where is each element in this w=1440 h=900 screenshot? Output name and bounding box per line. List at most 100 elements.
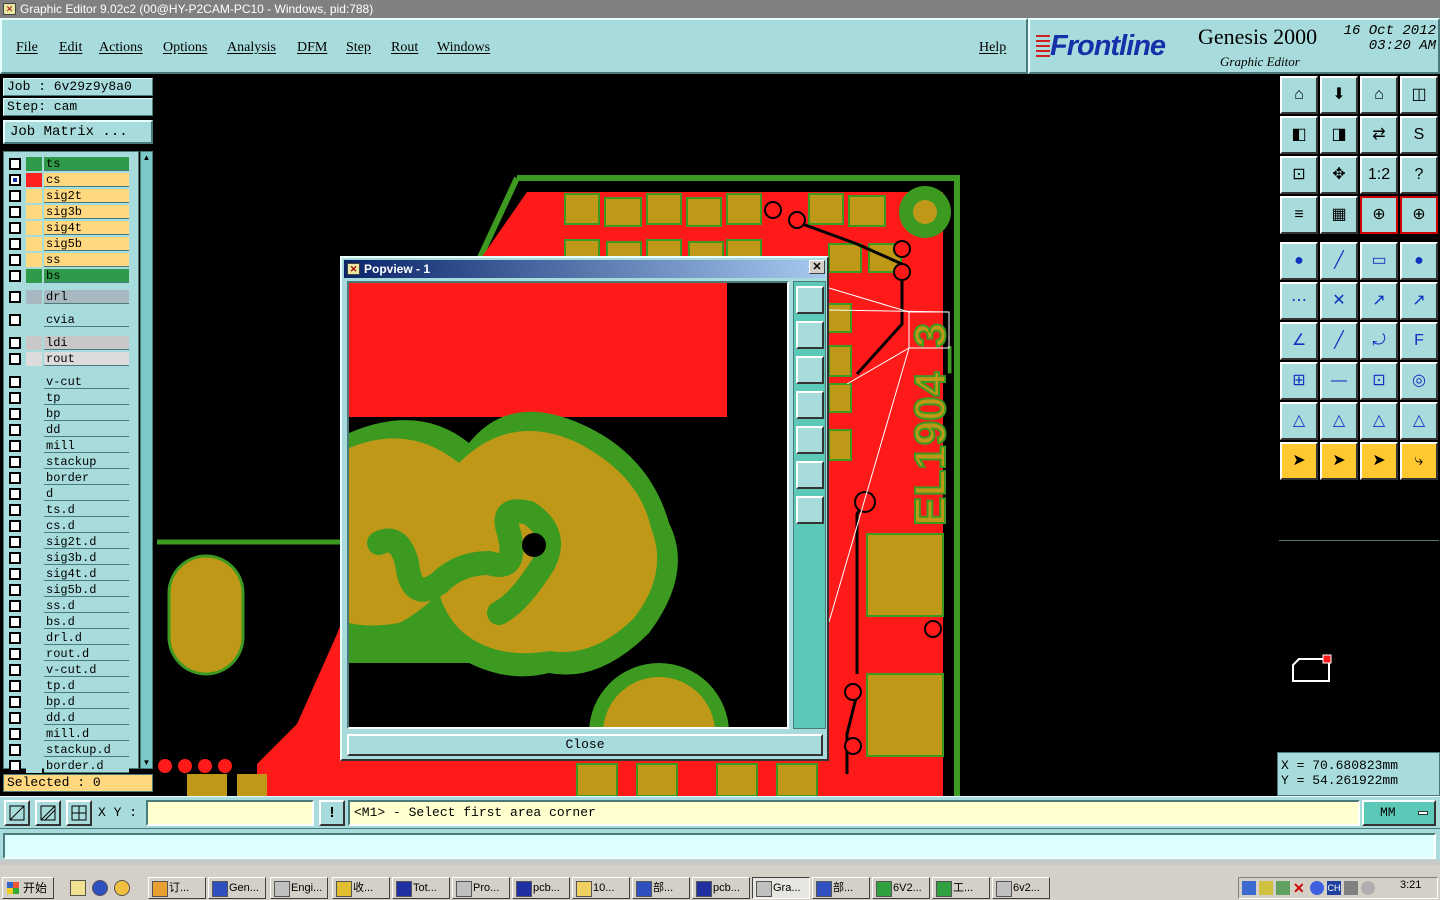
layer-color-swatch[interactable] [26, 173, 42, 187]
warning-button[interactable]: ! [319, 800, 345, 826]
layer-row-tp[interactable]: tp [7, 391, 129, 405]
layer-color-swatch[interactable] [26, 221, 42, 235]
zoom-area-button[interactable] [4, 800, 30, 826]
popview-pan-up-button[interactable] [796, 321, 824, 349]
layer-color-swatch[interactable] [26, 663, 42, 677]
layer-checkbox[interactable] [9, 696, 21, 708]
taskbar-item-13[interactable]: 6V2... [872, 877, 930, 899]
layer-checkbox[interactable] [9, 314, 21, 326]
start-button[interactable]: 开始 [2, 877, 54, 899]
layer-color-swatch[interactable] [26, 743, 42, 757]
taskbar-item-1[interactable]: 订... [148, 877, 206, 899]
menu-file[interactable]: File [16, 40, 38, 56]
menu-actions[interactable]: Actions [99, 40, 143, 56]
taskbar-item-15[interactable]: 6v2... [992, 877, 1050, 899]
layer-color-swatch[interactable] [26, 567, 42, 581]
popview-canvas[interactable] [347, 281, 789, 729]
layer-row-stackup-d[interactable]: stackup.d [7, 743, 129, 757]
layer-color-swatch[interactable] [26, 336, 42, 350]
layer-color-swatch[interactable] [26, 391, 42, 405]
layer-checkbox[interactable] [9, 728, 21, 740]
layer-color-swatch[interactable] [26, 695, 42, 709]
layer-checkbox[interactable] [9, 190, 21, 202]
layer-checkbox[interactable] [9, 536, 21, 548]
layer-name[interactable]: ldi [44, 336, 129, 350]
tray-close-icon[interactable]: ✕ [1293, 881, 1307, 895]
measure-button[interactable] [35, 800, 61, 826]
layer-name[interactable]: stackup.d [44, 743, 129, 757]
layer-checkbox[interactable] [9, 744, 21, 756]
quicklaunch-ie-icon[interactable] [92, 880, 108, 896]
tool-home-view-button[interactable]: ⌂ [1280, 76, 1318, 114]
tray-network-icon[interactable] [1242, 881, 1256, 895]
units-select[interactable]: MM [1362, 800, 1436, 826]
tool-line-red-button[interactable]: — [1320, 362, 1358, 400]
layer-checkbox[interactable] [9, 440, 21, 452]
layer-name[interactable]: v-cut [44, 375, 129, 389]
tool-pointer-sel-button[interactable]: ➤ [1360, 442, 1398, 480]
tool-triangle-b-button[interactable]: △ [1320, 402, 1358, 440]
layer-name[interactable]: v-cut.d [44, 663, 129, 677]
layer-row-ss[interactable]: ss [7, 253, 129, 267]
layer-name[interactable]: cs [44, 173, 129, 187]
tool-house-button[interactable]: ⌂ [1360, 76, 1398, 114]
layer-name[interactable]: rout [44, 352, 129, 366]
layer-checkbox[interactable] [9, 424, 21, 436]
layer-row-bp-d[interactable]: bp.d [7, 695, 129, 709]
quicklaunch-app-icon[interactable] [114, 880, 130, 896]
layer-row-sig2t-d[interactable]: sig2t.d [7, 535, 129, 549]
layer-name[interactable]: d [44, 487, 129, 501]
layer-row-v-cut[interactable]: v-cut [7, 375, 129, 389]
layer-name[interactable]: cvia [44, 313, 129, 327]
taskbar-item-11[interactable]: Gra... [752, 877, 810, 899]
scroll-up-icon[interactable]: ▲ [141, 152, 152, 163]
tool-layer-settings-button[interactable]: ≡ [1280, 196, 1318, 234]
layer-row-sig5b[interactable]: sig5b [7, 237, 129, 251]
layer-color-swatch[interactable] [26, 471, 42, 485]
layer-color-swatch[interactable] [26, 455, 42, 469]
popview-pan-right-button[interactable] [796, 426, 824, 454]
layer-checkbox[interactable] [9, 353, 21, 365]
layer-checkbox[interactable] [9, 174, 21, 186]
layer-color-swatch[interactable] [26, 759, 42, 773]
layer-name[interactable]: mill [44, 439, 129, 453]
layer-checkbox[interactable] [9, 520, 21, 532]
layer-name[interactable]: bs [44, 269, 129, 283]
layer-checkbox[interactable] [9, 238, 21, 250]
layer-checkbox[interactable] [9, 552, 21, 564]
menu-dfm[interactable]: DFM [297, 40, 327, 56]
tray-ime-icon[interactable]: CH [1327, 881, 1341, 895]
popview-zoom-in-button[interactable] [796, 496, 824, 524]
layer-row-bs[interactable]: bs [7, 269, 129, 283]
layer-checkbox[interactable] [9, 712, 21, 724]
layer-color-swatch[interactable] [26, 269, 42, 283]
layer-color-swatch[interactable] [26, 407, 42, 421]
tool-cross-button[interactable]: ✕ [1320, 282, 1358, 320]
layer-checkbox[interactable] [9, 664, 21, 676]
layer-checkbox[interactable] [9, 254, 21, 266]
layer-row-dd[interactable]: dd [7, 423, 129, 437]
taskbar-item-9[interactable]: 部... [632, 877, 690, 899]
layer-name[interactable]: rout.d [44, 647, 129, 661]
tool-pad-circle-button[interactable]: ● [1400, 242, 1438, 280]
layer-row-cs[interactable]: cs [7, 173, 129, 187]
layer-row-rout[interactable]: rout [7, 352, 129, 366]
layer-checkbox[interactable] [9, 456, 21, 468]
layer-name[interactable]: sig4t [44, 221, 129, 235]
layer-name[interactable]: sig4t.d [44, 567, 129, 581]
layer-checkbox[interactable] [9, 600, 21, 612]
layer-row-dd-d[interactable]: dd.d [7, 711, 129, 725]
layer-row-border[interactable]: border [7, 471, 129, 485]
tool-pointer-box-button[interactable]: ➤ [1320, 442, 1358, 480]
layer-list-scrollbar[interactable]: ▲ ▼ [140, 151, 153, 769]
layer-checkbox[interactable] [9, 222, 21, 234]
tool-pointer-button[interactable]: ➤ [1280, 442, 1318, 480]
layer-row-cs-d[interactable]: cs.d [7, 519, 129, 533]
tool-select-point-button[interactable]: ● [1280, 242, 1318, 280]
menu-windows[interactable]: Windows [437, 40, 490, 56]
popview-close-button[interactable]: Close [347, 734, 823, 756]
layer-checkbox[interactable] [9, 291, 21, 303]
layer-color-swatch[interactable] [26, 253, 42, 267]
grid-snap-button[interactable] [66, 800, 92, 826]
tool-measure-box-button[interactable]: ⊡ [1360, 362, 1398, 400]
